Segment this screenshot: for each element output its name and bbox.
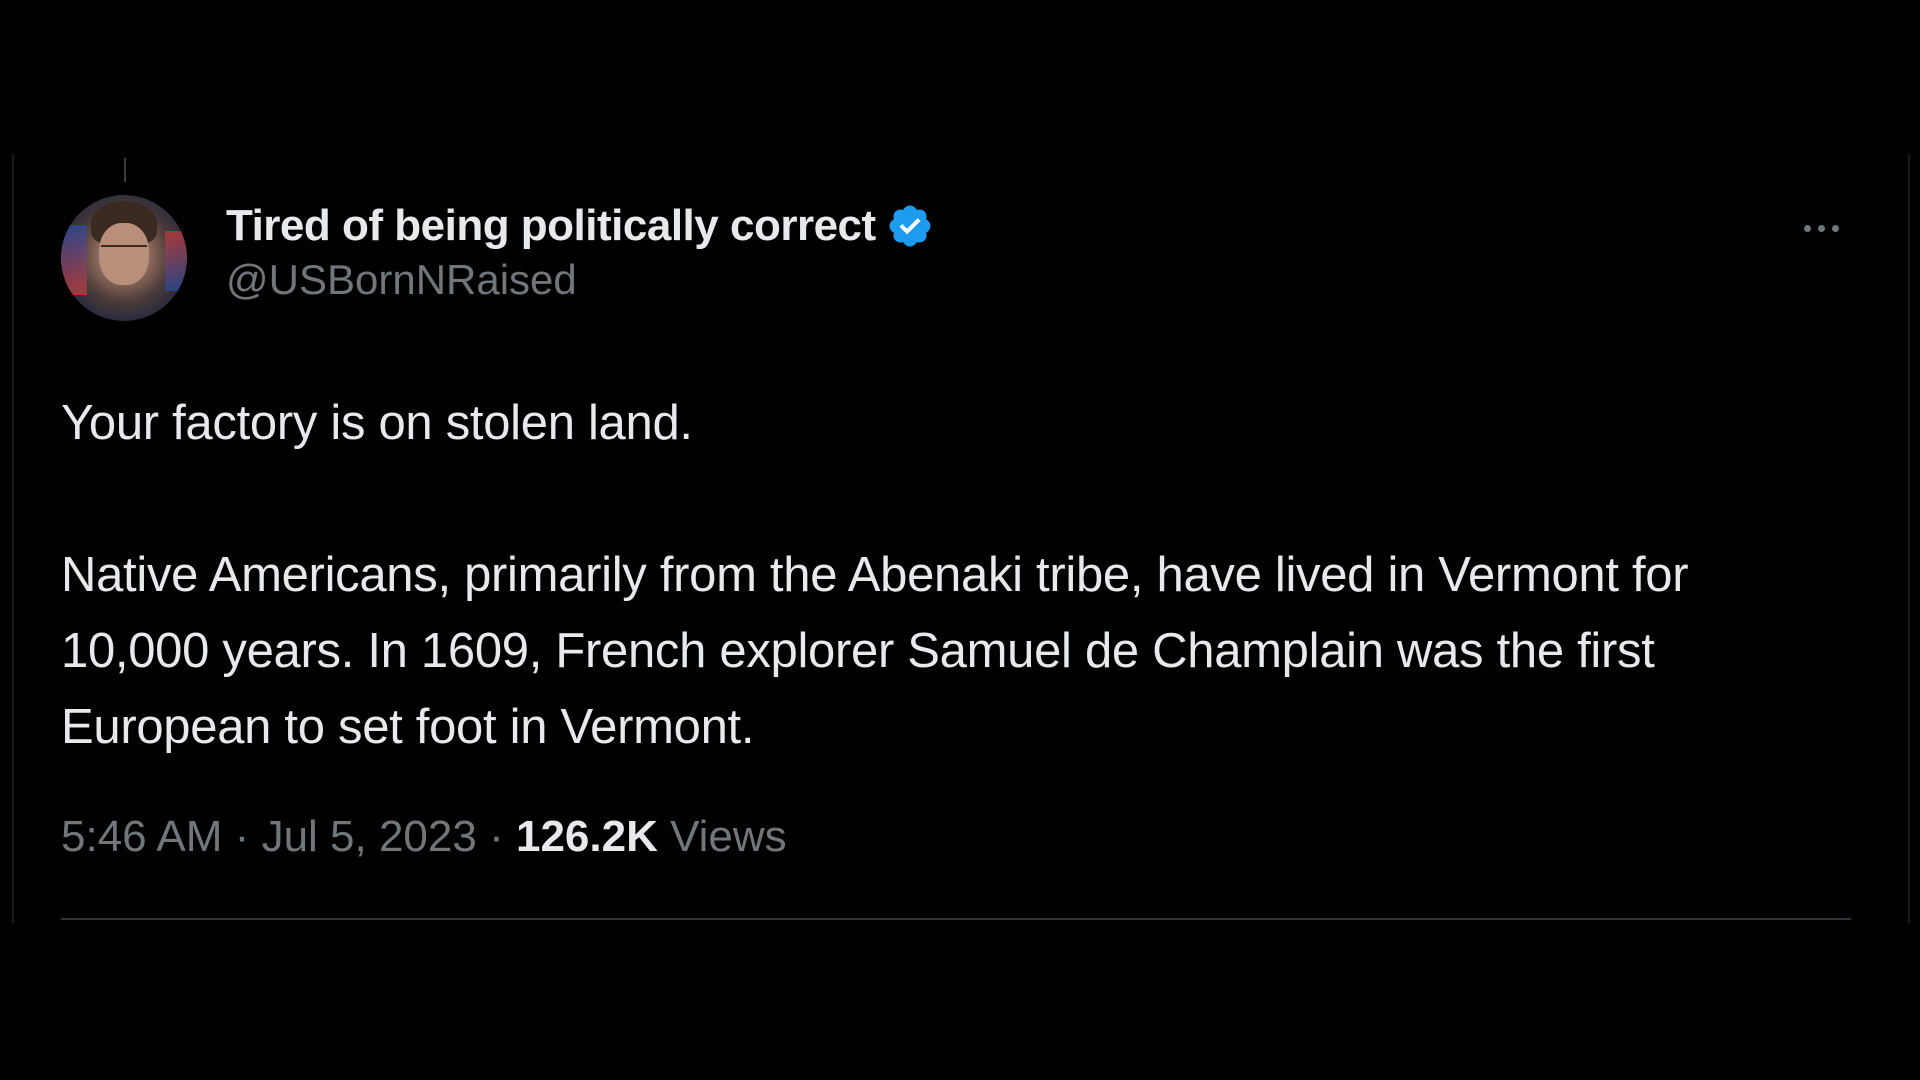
more-options-icon [1803,224,1839,232]
divider [61,918,1851,920]
author-display-name[interactable]: Tired of being politically correct [226,201,876,251]
avatar-glasses [101,245,147,257]
dot [1817,224,1825,232]
dot [1803,224,1811,232]
views-count[interactable]: 126.2K [516,812,658,861]
tweet-time[interactable]: 5:46 AM [61,812,222,861]
views-label[interactable]: Views [670,812,787,861]
meta-separator: · [489,812,504,861]
tweet-meta: 5:46 AM · Jul 5, 2023 · 126.2K Views [61,812,787,862]
avatar-flag-right [165,231,187,291]
name-row: Tired of being politically correct [226,198,934,254]
tweet-body: Your factory is on stolen land. Native A… [61,385,1761,765]
avatar-flag-left [61,225,87,295]
author-handle[interactable]: @USBornNRaised [226,256,934,304]
tweet-date[interactable]: Jul 5, 2023 [262,812,477,861]
verified-badge-icon[interactable] [886,202,934,250]
avatar[interactable] [61,195,187,321]
thread-connector-line [124,158,126,182]
screenshot-stage: Tired of being politically correct @USBo… [0,0,1920,1080]
meta-separator: · [234,812,250,861]
tweet-header: Tired of being politically correct @USBo… [226,198,934,304]
tweet-paragraph-2: Native Americans, primarily from the Abe… [61,548,1689,754]
more-options-button[interactable] [1795,210,1847,246]
tweet-line-1: Your factory is on stolen land. [61,396,693,450]
dot [1831,224,1839,232]
